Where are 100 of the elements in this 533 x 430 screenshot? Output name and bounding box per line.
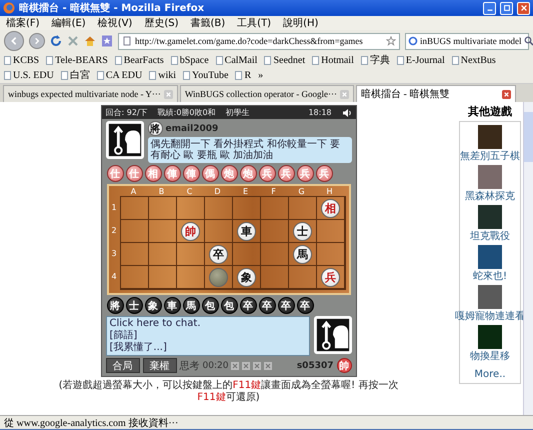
game-link[interactable]: 物換星移 bbox=[470, 349, 510, 363]
chess-piece[interactable]: 相 bbox=[321, 199, 340, 218]
face-down-piece[interactable] bbox=[209, 268, 228, 287]
sidebar-title: 其他遊戲 bbox=[468, 104, 512, 119]
menu-item[interactable]: 檔案(F) bbox=[6, 16, 40, 30]
game-thumbnail[interactable] bbox=[478, 325, 502, 349]
chess-piece[interactable]: 士 bbox=[293, 222, 312, 241]
bookmark-item[interactable]: bSpace bbox=[170, 53, 209, 67]
record-label: 戰績:0勝0敗0和 bbox=[158, 107, 216, 118]
speaker-icon[interactable] bbox=[342, 108, 352, 118]
stop-icon[interactable] bbox=[67, 35, 79, 47]
bookmark-item[interactable]: Tele-BEARS bbox=[46, 53, 108, 67]
home-icon[interactable] bbox=[84, 35, 96, 47]
bookmark-item[interactable]: KCBS bbox=[4, 53, 40, 67]
browser-tab[interactable]: 暗棋擂台 - 暗棋無雙 bbox=[356, 85, 516, 102]
firefox-icon bbox=[3, 2, 15, 14]
bookmark-item[interactable]: 字典 bbox=[360, 53, 390, 67]
captured-piece: 士 bbox=[126, 297, 142, 314]
forward-button[interactable] bbox=[29, 33, 45, 49]
game-thumbnail[interactable] bbox=[478, 245, 502, 269]
chess-piece[interactable]: 兵 bbox=[321, 268, 340, 287]
page-icon bbox=[264, 56, 272, 64]
bookmarks-overflow[interactable]: » bbox=[258, 68, 264, 82]
fullscreen-hint: (若遊戲超過螢幕大小，可以按鍵盤上的F11鍵讓畫面成為全螢幕喔! 再按一次 F11鍵可還原) bbox=[58, 380, 398, 404]
bookmark-item[interactable]: CalMail bbox=[216, 53, 258, 67]
bookmark-item[interactable]: Hotmail bbox=[312, 53, 354, 67]
captured-piece: 卒 bbox=[296, 297, 314, 314]
column-label: H bbox=[325, 187, 334, 196]
menu-item[interactable]: 編輯(E) bbox=[52, 16, 86, 30]
menu-item[interactable]: 書籤(B) bbox=[190, 16, 226, 30]
menu-item[interactable]: 歷史(S) bbox=[144, 16, 178, 30]
chess-piece[interactable]: 帥 bbox=[181, 222, 200, 241]
row-label: 2 bbox=[112, 225, 118, 237]
bookmark-item[interactable]: BearFacts bbox=[114, 53, 164, 67]
bookmark-item[interactable]: 白宮 bbox=[60, 68, 90, 82]
game-link[interactable]: 黑森林探克 bbox=[465, 189, 515, 203]
game-thumbnail[interactable] bbox=[478, 285, 502, 309]
captured-piece: 兵 bbox=[296, 165, 314, 182]
page-icon bbox=[96, 70, 104, 80]
reload-icon[interactable] bbox=[50, 35, 62, 47]
scrollbar[interactable] bbox=[523, 102, 533, 415]
game-link[interactable]: 嘎姆寵物連連看 bbox=[455, 309, 525, 323]
bookmark-item[interactable]: R bbox=[235, 68, 252, 82]
browser-tab[interactable]: WinBUGS collection operator - Google··· bbox=[180, 85, 354, 102]
close-button[interactable] bbox=[517, 2, 530, 14]
menu-item[interactable]: 工具(T) bbox=[237, 16, 272, 30]
maximize-button[interactable] bbox=[500, 2, 513, 14]
page-icon bbox=[360, 56, 368, 64]
row-label: 4 bbox=[112, 271, 118, 283]
menu-item[interactable]: 檢視(V) bbox=[98, 16, 132, 30]
back-button[interactable] bbox=[4, 31, 24, 51]
captured-piece: 傌 bbox=[202, 165, 218, 182]
column-label: G bbox=[297, 187, 306, 196]
chess-piece[interactable]: 象 bbox=[237, 268, 256, 287]
avatar-icon bbox=[314, 316, 352, 354]
star-outline-icon[interactable] bbox=[386, 36, 396, 46]
game-thumbnail[interactable] bbox=[478, 125, 502, 149]
bookmark-item[interactable]: YouTube bbox=[183, 68, 228, 82]
game-button[interactable]: 合局 bbox=[106, 358, 140, 373]
page-icon bbox=[452, 56, 459, 64]
row-label: 3 bbox=[112, 248, 118, 260]
bookmark-item[interactable]: CA EDU bbox=[96, 68, 142, 82]
bookmark-item[interactable]: Seednet bbox=[264, 53, 306, 67]
captured-piece: 俥 bbox=[182, 165, 200, 182]
page-icon bbox=[312, 56, 320, 64]
tab-close-icon[interactable] bbox=[502, 90, 511, 98]
captured-piece: 炮 bbox=[240, 165, 256, 182]
captured-piece: 仕 bbox=[126, 165, 142, 182]
column-label: E bbox=[242, 187, 250, 196]
timer-label: 00:20 bbox=[202, 360, 228, 370]
game-button[interactable]: 棄權 bbox=[142, 358, 176, 373]
window-title: 暗棋擂台 - 暗棋無雙 - Mozilla Firefox bbox=[19, 1, 204, 15]
bookmark-item[interactable]: E-Journal bbox=[396, 53, 445, 67]
opponent-message: 偶先翻開一下 看外掛程式 和你較量一下 要有耐心 歐 要瓶 歐 加油加油 bbox=[150, 139, 340, 161]
chess-piece[interactable]: 卒 bbox=[209, 245, 228, 264]
chess-piece[interactable]: 車 bbox=[237, 222, 256, 241]
game-link[interactable]: 坦克戰役 bbox=[470, 229, 510, 243]
bookmark-item[interactable]: U.S. EDU bbox=[4, 68, 54, 82]
star-icon[interactable] bbox=[101, 35, 113, 47]
more-link[interactable]: More.. bbox=[474, 369, 506, 380]
disabled-x-icon bbox=[264, 362, 272, 370]
browser-tab[interactable]: winbugs expected multivariate node - Y··· bbox=[3, 85, 178, 102]
maximize-icon bbox=[502, 4, 510, 12]
page-icon bbox=[235, 70, 242, 80]
game-link[interactable]: 蛇來也! bbox=[472, 269, 507, 283]
think-label: 思考 bbox=[180, 360, 200, 372]
menu-item[interactable]: 說明(H) bbox=[283, 16, 318, 30]
minimize-button[interactable] bbox=[483, 2, 496, 14]
chat-box[interactable]: Click here to chat. [篩語] [我累懂了...] bbox=[106, 316, 310, 356]
column-label: B bbox=[158, 187, 166, 196]
bookmark-item[interactable]: wiki bbox=[149, 68, 176, 82]
game-thumbnail[interactable] bbox=[478, 205, 502, 229]
address-field[interactable]: http://tw.gamelet.com/game.do?code=darkChess&from=games bbox=[118, 32, 400, 50]
game-link[interactable]: 無差別五子棋 bbox=[460, 149, 520, 163]
bookmark-item[interactable]: NextBus bbox=[452, 53, 496, 67]
search-icon[interactable] bbox=[524, 36, 533, 46]
game-thumbnail[interactable] bbox=[478, 165, 502, 189]
captured-piece: 車 bbox=[164, 297, 180, 314]
chess-piece[interactable]: 馬 bbox=[293, 245, 312, 264]
disabled-x-icon bbox=[253, 362, 262, 370]
